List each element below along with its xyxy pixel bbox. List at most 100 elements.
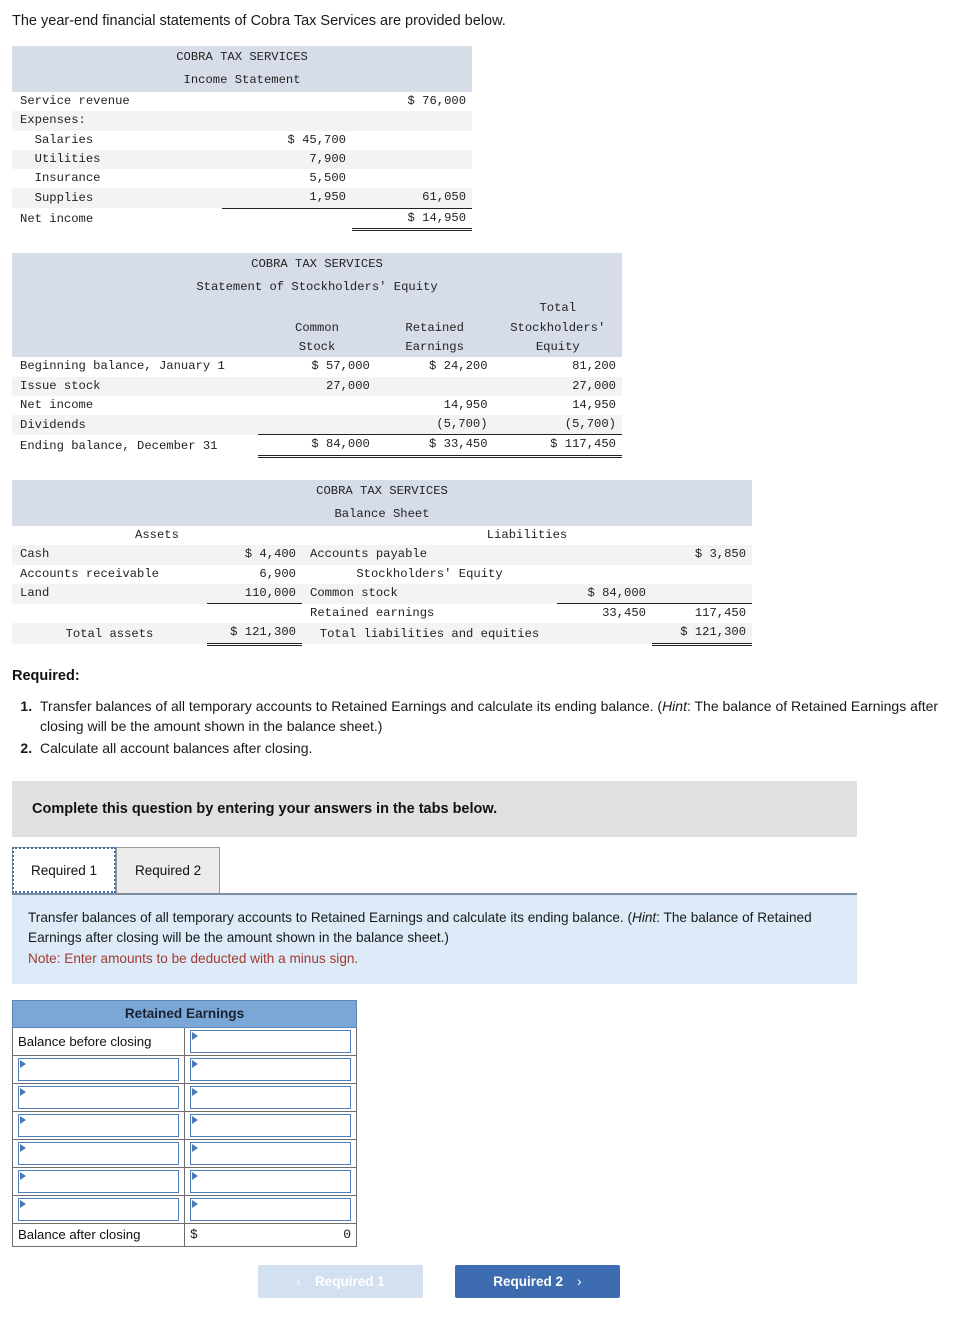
tab-strip: Required 1 Required 2 bbox=[12, 846, 952, 893]
liability-amount-1 bbox=[557, 564, 652, 584]
table-row: Issue stock 27,000 27,000 bbox=[12, 376, 622, 396]
balance-sheet-subtitle-row: Balance Sheet bbox=[12, 502, 753, 527]
balance-after-closing-value-cell: $ 0 bbox=[184, 1222, 357, 1247]
balance-before-closing-input[interactable] bbox=[190, 1029, 351, 1053]
row-col1 bbox=[222, 207, 352, 230]
equity-statement-title: Statement of Stockholders' Equity bbox=[12, 276, 622, 300]
instruction-panel: Transfer balances of all temporary accou… bbox=[12, 892, 857, 984]
income-statement-company: COBRA TAX SERVICES bbox=[12, 45, 473, 69]
liability-amount-1 bbox=[557, 623, 652, 645]
closing-entry-amount-input-2[interactable] bbox=[190, 1085, 351, 1109]
closing-entry-account-cell-6[interactable] bbox=[12, 1194, 185, 1224]
closing-entry-account-cell-4[interactable] bbox=[12, 1138, 185, 1168]
col-header-retained-2: Earnings bbox=[375, 338, 494, 358]
closing-entry-amount-cell-2[interactable] bbox=[184, 1082, 357, 1112]
balance-sheet-title: Balance Sheet bbox=[12, 502, 753, 527]
row-label: Ending balance, December 31 bbox=[12, 434, 259, 457]
instruction-note: Note: Enter amounts to be deducted with … bbox=[28, 951, 359, 967]
income-statement-title: Income Statement bbox=[12, 68, 473, 93]
table-row bbox=[12, 1138, 357, 1168]
table-row: Dividends (5,700) (5,700) bbox=[12, 415, 622, 435]
row-common: $ 84,000 bbox=[258, 434, 376, 458]
retained-earnings-header: Retained Earnings bbox=[12, 999, 357, 1028]
closing-entry-amount-input-3[interactable] bbox=[190, 1113, 351, 1137]
closing-entry-amount-input-5[interactable] bbox=[190, 1169, 351, 1193]
currency-symbol: $ bbox=[190, 1227, 198, 1243]
assets-header: Assets bbox=[12, 526, 302, 546]
row-retained: $ 24,200 bbox=[375, 357, 494, 377]
balance-after-closing-amount: $ 0 bbox=[190, 1227, 351, 1242]
tab-required-2-label: Required 2 bbox=[135, 862, 202, 878]
row-col1: $ 45,700 bbox=[222, 130, 352, 150]
closing-entry-account-input-3[interactable] bbox=[18, 1113, 179, 1137]
equity-statement-title-row: COBRA TAX SERVICES bbox=[12, 252, 622, 277]
asset-amount: $ 121,300 bbox=[207, 623, 302, 646]
table-row: Salaries $ 45,700 bbox=[12, 130, 473, 150]
closing-entry-account-input-6[interactable] bbox=[18, 1197, 179, 1221]
income-statement-title-row: COBRA TAX SERVICES bbox=[12, 45, 473, 69]
equity-col-header-line1: Total bbox=[12, 299, 622, 319]
row-total: 27,000 bbox=[493, 376, 622, 396]
row-label: Supplies bbox=[12, 188, 222, 209]
closing-entry-amount-input-4[interactable] bbox=[190, 1141, 351, 1165]
answer-banner: Complete this question by entering your … bbox=[12, 780, 857, 837]
closing-entry-amount-cell-1[interactable] bbox=[184, 1054, 357, 1084]
balance-sheet-company: COBRA TAX SERVICES bbox=[12, 479, 753, 503]
col-header-total: Total bbox=[493, 299, 622, 319]
table-row: Service revenue $ 76,000 bbox=[12, 92, 473, 112]
table-row: Balance before closing bbox=[12, 1026, 357, 1056]
row-col1 bbox=[222, 92, 352, 112]
balance-before-closing-value-cell[interactable] bbox=[184, 1026, 357, 1056]
liability-label: Common stock bbox=[302, 583, 557, 604]
row-retained: 14,950 bbox=[375, 395, 494, 416]
tab-required-2[interactable]: Required 2 bbox=[116, 846, 221, 893]
required-item-2-text: Calculate all account balances after clo… bbox=[40, 740, 313, 757]
row-col1 bbox=[222, 111, 352, 131]
row-col2 bbox=[352, 169, 473, 189]
table-row: Cash $ 4,400 Accounts payable $ 3,850 bbox=[12, 545, 753, 565]
table-row bbox=[12, 1194, 357, 1224]
liability-label: Accounts payable bbox=[302, 545, 557, 565]
asset-label: Accounts receivable bbox=[12, 564, 207, 584]
required-heading: Required: bbox=[12, 667, 80, 684]
prev-required-1-button[interactable]: ‹ Required 1 bbox=[258, 1264, 423, 1298]
col-header-equity-1: Stockholders' bbox=[493, 318, 622, 339]
income-statement-table: COBRA TAX SERVICES Income Statement Serv… bbox=[12, 45, 473, 231]
row-label: Insurance bbox=[12, 169, 222, 189]
table-row bbox=[12, 1082, 357, 1112]
closing-entry-account-cell-1[interactable] bbox=[12, 1054, 185, 1084]
closing-entry-account-input-5[interactable] bbox=[18, 1169, 179, 1193]
row-label: Salaries bbox=[12, 130, 222, 150]
next-required-2-label: Required 2 bbox=[493, 1273, 564, 1289]
next-required-2-button[interactable]: Required 2 › bbox=[455, 1264, 620, 1298]
closing-entry-account-input-1[interactable] bbox=[18, 1057, 179, 1081]
row-total: (5,700) bbox=[493, 415, 622, 435]
intro-text: The year-end financial statements of Cob… bbox=[12, 13, 506, 29]
closing-entry-amount-cell-4[interactable] bbox=[184, 1138, 357, 1168]
balance-after-closing-label: Balance after closing bbox=[12, 1222, 185, 1247]
equity-col-header-line3: Stock Earnings Equity bbox=[12, 338, 622, 358]
closing-entry-amount-cell-6[interactable] bbox=[184, 1194, 357, 1224]
closing-entry-amount-input-1[interactable] bbox=[190, 1057, 351, 1081]
row-common: $ 57,000 bbox=[258, 357, 376, 377]
closing-entry-account-input-4[interactable] bbox=[18, 1141, 179, 1165]
closing-entry-amount-cell-5[interactable] bbox=[184, 1166, 357, 1196]
closing-entry-amount-input-6[interactable] bbox=[190, 1197, 351, 1221]
row-label: Expenses: bbox=[12, 111, 222, 131]
table-row: Beginning balance, January 1 $ 57,000 $ … bbox=[12, 357, 622, 377]
row-total: 81,200 bbox=[493, 357, 622, 377]
asset-label bbox=[12, 603, 207, 624]
closing-entry-account-cell-5[interactable] bbox=[12, 1166, 185, 1196]
closing-entry-account-cell-3[interactable] bbox=[12, 1110, 185, 1140]
tab-required-1[interactable]: Required 1 bbox=[12, 846, 117, 893]
closing-entry-account-cell-2[interactable] bbox=[12, 1082, 185, 1112]
balance-sheet-table: COBRA TAX SERVICES Balance Sheet Assets … bbox=[12, 479, 753, 646]
liability-amount-1: $ 84,000 bbox=[557, 583, 652, 604]
required-item-2: Calculate all account balances after clo… bbox=[36, 738, 958, 758]
closing-entry-amount-cell-3[interactable] bbox=[184, 1110, 357, 1140]
closing-entry-account-input-2[interactable] bbox=[18, 1085, 179, 1109]
balance-sheet-section-headers: Assets Liabilities bbox=[12, 526, 753, 546]
table-row: Insurance 5,500 bbox=[12, 169, 473, 189]
required-item-1: Transfer balances of all temporary accou… bbox=[36, 696, 958, 737]
col-header-retained-1: Retained bbox=[375, 318, 494, 339]
